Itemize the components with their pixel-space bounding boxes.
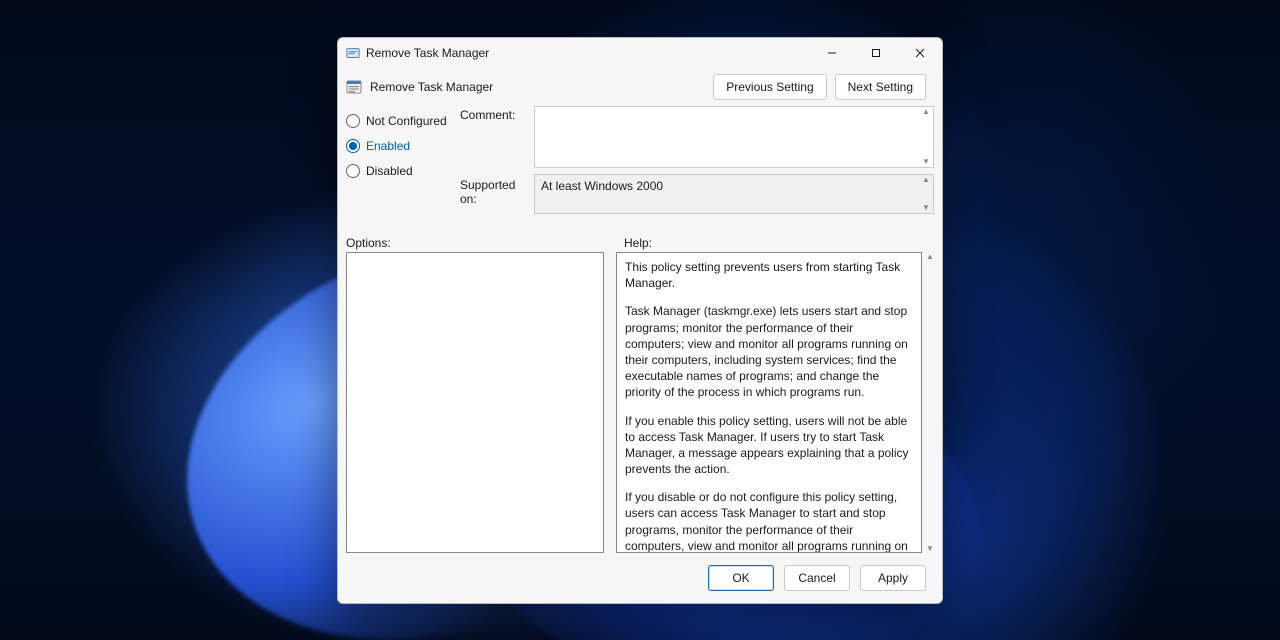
radio-disabled[interactable]: Disabled — [346, 158, 456, 183]
options-label: Options: — [346, 236, 612, 250]
next-setting-button[interactable]: Next Setting — [835, 74, 926, 100]
toolbar: Remove Task Manager Previous Setting Nex… — [338, 68, 942, 106]
cancel-button[interactable]: Cancel — [784, 565, 850, 591]
radio-not-configured[interactable]: Not Configured — [346, 108, 456, 133]
policy-dialog: Remove Task Manager Remove Task Manager … — [337, 37, 943, 604]
help-text: If you enable this policy setting, users… — [625, 413, 913, 478]
window-title: Remove Task Manager — [366, 46, 489, 60]
scrollbar-icon: ▲▼ — [920, 108, 932, 166]
radio-icon — [346, 139, 360, 153]
comment-textarea[interactable]: ▲▼ — [534, 106, 934, 168]
radio-label: Disabled — [366, 164, 413, 178]
radio-enabled[interactable]: Enabled — [346, 133, 456, 158]
policy-icon — [346, 79, 362, 95]
comment-label: Comment: — [460, 108, 530, 178]
supported-on-field: At least Windows 2000 ▲▼ — [534, 174, 934, 214]
help-text: This policy setting prevents users from … — [625, 259, 913, 291]
close-button[interactable] — [898, 38, 942, 68]
options-panel — [346, 252, 604, 553]
radio-icon — [346, 164, 360, 178]
help-panel: This policy setting prevents users from … — [616, 252, 922, 553]
radio-label: Enabled — [366, 139, 410, 153]
scrollbar-icon: ▲▼ — [920, 176, 932, 212]
radio-label: Not Configured — [366, 114, 447, 128]
apply-button[interactable]: Apply — [860, 565, 926, 591]
policy-name: Remove Task Manager — [370, 80, 493, 94]
previous-setting-button[interactable]: Previous Setting — [713, 74, 826, 100]
help-text: Task Manager (taskmgr.exe) lets users st… — [625, 303, 913, 400]
ok-button[interactable]: OK — [708, 565, 774, 591]
maximize-button[interactable] — [854, 38, 898, 68]
minimize-button[interactable] — [810, 38, 854, 68]
dialog-buttons: OK Cancel Apply — [338, 559, 942, 603]
desktop-background: Remove Task Manager Remove Task Manager … — [0, 0, 1280, 640]
scrollbar-icon: ▲▼ — [924, 252, 936, 553]
radio-icon — [346, 114, 360, 128]
help-label: Help: — [624, 236, 652, 250]
state-radio-group: Not Configured Enabled Disabled — [346, 106, 456, 226]
help-text: If you disable or do not configure this … — [625, 489, 913, 553]
supported-on-label: Supported on: — [460, 178, 530, 206]
titlebar[interactable]: Remove Task Manager — [338, 38, 942, 68]
app-icon — [346, 46, 360, 60]
supported-on-value: At least Windows 2000 — [541, 179, 663, 193]
